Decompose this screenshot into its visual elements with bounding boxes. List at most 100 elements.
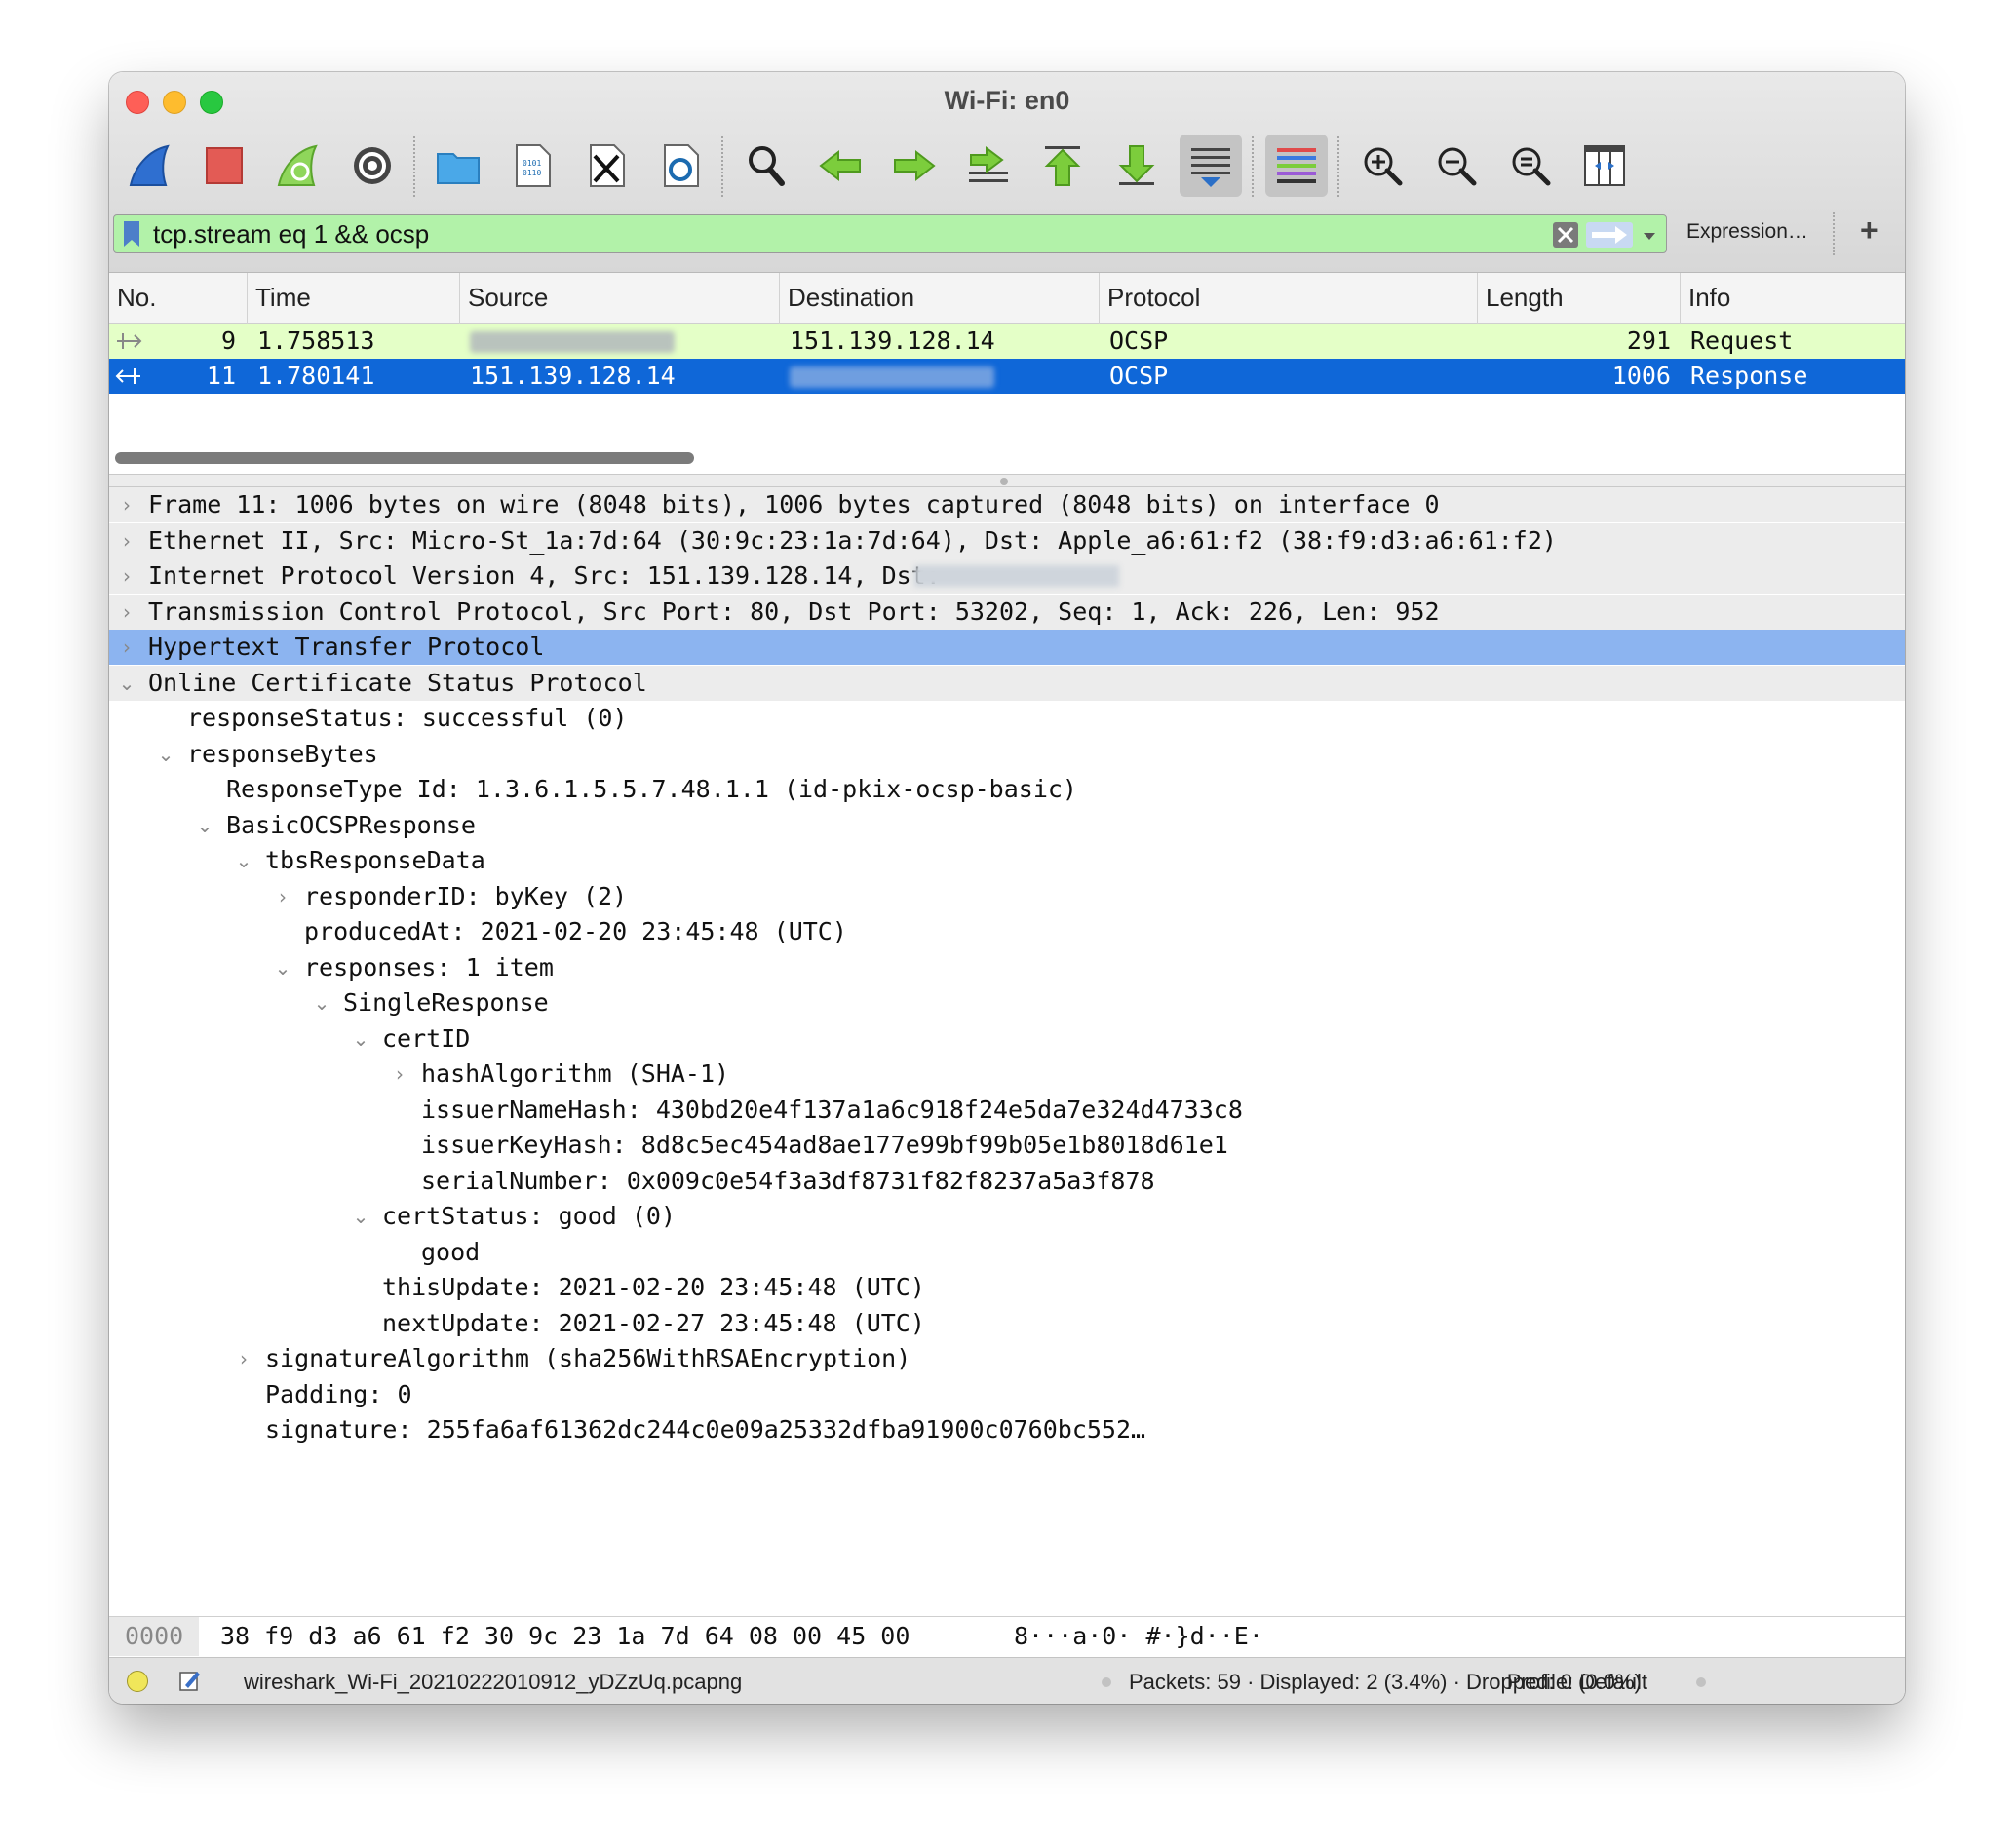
clear-filter-icon[interactable] [1553, 222, 1578, 248]
tree-row[interactable]: ResponseType Id: 1.3.6.1.5.5.7.48.1.1 (i… [109, 772, 1905, 807]
pane-splitter[interactable] [109, 474, 1905, 487]
go-to-icon[interactable] [957, 135, 1020, 197]
shark-fin-icon[interactable] [119, 135, 181, 197]
tree-row-label: tbsResponseData [265, 846, 485, 874]
response-arrow-icon [115, 368, 140, 384]
hex-ascii[interactable]: 8···a·0· #·}d··E· [1014, 1617, 1263, 1656]
tree-row[interactable]: ⌄ responseBytes [109, 737, 1905, 772]
expression-button[interactable]: Expression… [1686, 220, 1808, 244]
chevron-right-icon[interactable]: › [117, 595, 136, 630]
chevron-down-icon[interactable]: ⌄ [117, 666, 136, 701]
cell-no: 9 [220, 327, 236, 355]
tree-row[interactable]: ⌄ SingleResponse [109, 985, 1905, 1020]
arrow-right-icon[interactable] [883, 135, 946, 197]
chevron-down-icon[interactable]: ⌄ [234, 843, 253, 878]
chevron-down-icon[interactable]: ⌄ [351, 1199, 370, 1234]
colorize-icon[interactable] [1265, 135, 1328, 197]
column-header-time[interactable]: Time [248, 273, 460, 324]
chevron-down-icon[interactable] [1641, 227, 1658, 245]
chevron-right-icon[interactable]: › [117, 558, 136, 594]
chevron-right-icon[interactable]: › [234, 1341, 253, 1376]
gear-icon[interactable] [341, 135, 404, 197]
chevron-right-icon[interactable]: › [117, 523, 136, 558]
tree-row[interactable]: › Transmission Control Protocol, Src Port… [109, 594, 1905, 630]
stop-icon[interactable] [193, 135, 255, 197]
filter-text[interactable]: tcp.stream eq 1 && ocsp [153, 219, 429, 250]
arrow-left-icon[interactable] [809, 135, 871, 197]
column-header-destination[interactable]: Destination [780, 273, 1100, 324]
tree-row[interactable]: › Ethernet II, Src: Micro-St_1a:7d:64 (30… [109, 522, 1905, 558]
zoom-reset-icon[interactable] [1499, 135, 1562, 197]
tree-row[interactable]: › Frame 11: 1006 bytes on wire (8048 bits… [109, 487, 1905, 522]
arrow-down-icon[interactable] [1105, 135, 1168, 197]
tree-row[interactable]: serialNumber: 0x009c0e54f3a3df8731f82f82… [109, 1164, 1905, 1199]
edit-comment-icon[interactable] [177, 1668, 203, 1693]
chevron-down-icon[interactable]: ⌄ [273, 950, 292, 985]
column-header-protocol[interactable]: Protocol [1100, 273, 1478, 324]
expert-info-icon[interactable] [127, 1671, 148, 1692]
chevron-right-icon[interactable]: › [117, 630, 136, 665]
cell-destination: 151.139.128.14 [790, 327, 995, 355]
profile-label[interactable]: Profile: Default [1336, 1670, 1647, 1695]
tree-row[interactable]: issuerNameHash: 430bd20e4f137a1a6c918f24… [109, 1093, 1905, 1128]
tree-row-label: signatureAlgorithm (sha256WithRSAEncrypt… [265, 1344, 911, 1372]
packet-details-tree: › Frame 11: 1006 bytes on wire (8048 bits… [109, 487, 1905, 1676]
tree-row[interactable]: › Internet Protocol Version 4, Src: 151.1… [109, 558, 1905, 594]
tree-row[interactable]: › Hypertext Transfer Protocol [109, 630, 1905, 665]
tree-row[interactable]: ⌄ Online Certificate Status Protocol [109, 665, 1905, 701]
tree-row-label: issuerNameHash: 430bd20e4f137a1a6c918f24… [421, 1095, 1243, 1124]
tree-row[interactable]: ⌄ certID [109, 1021, 1905, 1057]
close-file-icon[interactable] [575, 135, 638, 197]
add-filter-button[interactable]: + [1860, 212, 1878, 249]
chevron-right-icon[interactable]: › [117, 487, 136, 522]
tree-row[interactable]: ⌄ certStatus: good (0) [109, 1199, 1905, 1234]
column-header-no[interactable]: No. [109, 273, 248, 324]
tree-row-label: signature: 255fa6af61362dc244c0e09a25332… [265, 1415, 1146, 1444]
tree-row[interactable]: Padding: 0 [109, 1377, 1905, 1412]
packet-row-selected[interactable]: 11 1.780141 151.139.128.14 OCSP 1006 Res… [109, 359, 1905, 394]
horizontal-scrollbar[interactable] [115, 452, 694, 464]
bookmark-icon[interactable] [124, 221, 139, 247]
display-filter-input[interactable]: tcp.stream eq 1 && ocsp [113, 214, 1667, 253]
column-header-info[interactable]: Info [1681, 273, 1905, 324]
resize-columns-icon[interactable] [1573, 135, 1636, 197]
tree-row-label: ResponseType Id: 1.3.6.1.5.5.7.48.1.1 (i… [226, 775, 1077, 803]
column-header-source[interactable]: Source [460, 273, 780, 324]
tree-row-label: BasicOCSPResponse [226, 810, 476, 839]
autoscroll-icon[interactable] [1180, 135, 1242, 197]
tree-row-label: responderID: byKey (2) [304, 881, 628, 910]
chevron-down-icon[interactable]: ⌄ [312, 985, 331, 1020]
tree-row[interactable]: ⌄ responses: 1 item [109, 950, 1905, 985]
chevron-right-icon[interactable]: › [390, 1057, 409, 1092]
tree-row[interactable]: good [109, 1235, 1905, 1270]
folder-icon[interactable] [427, 135, 489, 197]
cell-info: Response [1690, 362, 1808, 390]
tree-row[interactable]: thisUpdate: 2021-02-20 23:45:48 (UTC) [109, 1270, 1905, 1305]
apply-filter-arrow-icon[interactable] [1586, 222, 1633, 248]
hex-bytes[interactable]: 38 f9 d3 a6 61 f2 30 9c 23 1a 7d 64 08 0… [220, 1617, 910, 1656]
tree-row[interactable]: › hashAlgorithm (SHA-1) [109, 1057, 1905, 1092]
reload-icon[interactable] [649, 135, 712, 197]
zoom-in-icon[interactable] [1351, 135, 1414, 197]
search-icon[interactable] [735, 135, 797, 197]
restart-icon[interactable] [267, 135, 329, 197]
request-arrow-icon [117, 333, 142, 349]
tree-row[interactable]: ⌄ BasicOCSPResponse [109, 808, 1905, 843]
tree-row[interactable]: › signatureAlgorithm (sha256WithRSAEncryp… [109, 1341, 1905, 1376]
column-header-length[interactable]: Length [1478, 273, 1681, 324]
tree-row[interactable]: producedAt: 2021-02-20 23:45:48 (UTC) [109, 914, 1905, 949]
chevron-right-icon[interactable]: › [273, 879, 292, 914]
arrow-up-icon[interactable] [1031, 135, 1094, 197]
tree-row[interactable]: responseStatus: successful (0) [109, 701, 1905, 736]
chevron-down-icon[interactable]: ⌄ [351, 1021, 370, 1057]
tree-row[interactable]: signature: 255fa6af61362dc244c0e09a25332… [109, 1412, 1905, 1447]
tree-row[interactable]: issuerKeyHash: 8d8c5ec454ad8ae177e99bf99… [109, 1128, 1905, 1163]
tree-row[interactable]: ⌄ tbsResponseData [109, 843, 1905, 878]
tree-row[interactable]: nextUpdate: 2021-02-27 23:45:48 (UTC) [109, 1306, 1905, 1341]
chevron-down-icon[interactable]: ⌄ [156, 737, 175, 772]
chevron-down-icon[interactable]: ⌄ [195, 808, 214, 843]
zoom-out-icon[interactable] [1425, 135, 1488, 197]
tree-row[interactable]: › responderID: byKey (2) [109, 879, 1905, 914]
packet-row[interactable]: 9 1.758513 151.139.128.14 OCSP 291 Reque… [109, 324, 1905, 359]
file-icon[interactable]: 0101 0110 [501, 135, 563, 197]
